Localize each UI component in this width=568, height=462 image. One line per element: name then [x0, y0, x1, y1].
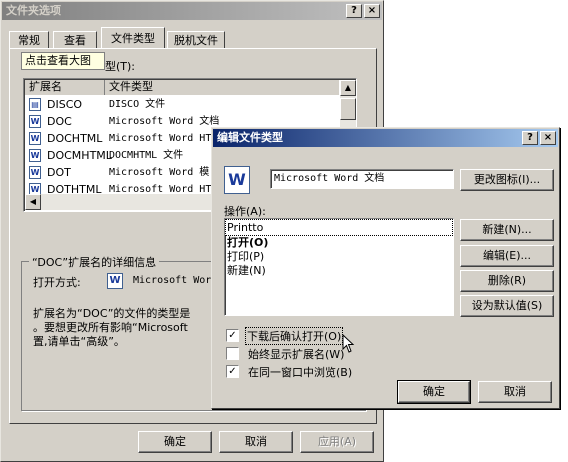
change-icon-button[interactable]: 更改图标(I)... — [460, 169, 554, 191]
always-show-extension-checkbox[interactable] — [226, 347, 239, 360]
delete-action-button[interactable]: 删除(R) — [460, 270, 554, 292]
folder-options-title: 文件夹选项 — [6, 4, 61, 17]
open-with-label: 打开方式: — [33, 276, 81, 289]
always-show-extension-label[interactable]: 始终显示扩展名(W) — [248, 346, 344, 362]
confirm-open-checkbox[interactable]: ✓ — [226, 329, 239, 342]
tab-offline-files[interactable]: 脱机文件 — [167, 31, 225, 49]
word-document-icon: W — [224, 166, 250, 194]
close-button[interactable]: × — [364, 4, 380, 18]
cancel-button[interactable]: 取消 — [219, 431, 293, 453]
list-header: 扩展名 文件类型 — [25, 80, 339, 95]
list-item-ext: DISCO — [47, 98, 83, 111]
scroll-thumb[interactable] — [340, 98, 356, 120]
column-header-file-type[interactable]: 文件类型 — [105, 80, 339, 95]
list-item-type: DISCO 文件 — [109, 99, 166, 110]
dialog-help-button[interactable]: ? — [522, 131, 538, 145]
registered-types-label: 型(T): — [105, 60, 136, 73]
actions-list[interactable]: Printto 打开(O) 打印(P) 新建(N) — [224, 218, 454, 316]
list-item-type: Microsoft Word HT — [109, 133, 212, 144]
list-item[interactable]: 打印(P) — [225, 250, 453, 264]
tab-general[interactable]: 常规 — [9, 31, 49, 49]
list-item-ext: DOCMHTML — [47, 149, 112, 162]
edit-action-button[interactable]: 编辑(E)... — [460, 245, 554, 267]
column-header-extension[interactable]: 扩展名 — [25, 80, 105, 95]
list-item[interactable]: ▤ DISCO DISCO 文件 — [25, 96, 339, 113]
dialog-cancel-button[interactable]: 取消 — [478, 381, 552, 403]
apply-button[interactable]: 应用(A) — [300, 431, 374, 453]
set-default-button[interactable]: 设为默认值(S) — [460, 295, 554, 317]
new-action-button[interactable]: 新建(N)... — [460, 219, 554, 241]
file-type-name-input[interactable]: Microsoft Word 文档 — [270, 169, 454, 189]
list-item-ext: DOT — [47, 166, 71, 179]
folder-options-titlebar: 文件夹选项 — [2, 2, 382, 20]
list-item-ext: DOCHTML — [47, 132, 103, 145]
ok-button[interactable]: 确定 — [138, 431, 212, 453]
word-document-icon: W — [107, 273, 123, 289]
action-item-label: 打印(P) — [227, 250, 265, 263]
list-item[interactable]: 打开(O) — [225, 236, 453, 250]
action-item-label: 打开(O) — [227, 236, 269, 249]
word-document-icon: W — [29, 166, 41, 179]
word-document-icon: W — [29, 149, 41, 162]
action-item-label: Printto — [227, 221, 264, 234]
description-line-3: 置,请单击“高级”。 — [33, 335, 125, 348]
edit-file-type-titlebar: 编辑文件类型 — [213, 129, 558, 147]
open-with-value: Microsoft Wor — [133, 275, 212, 286]
list-item-type: DOCMHTML 文件 — [109, 150, 184, 161]
edit-file-type-title: 编辑文件类型 — [217, 131, 283, 144]
help-button[interactable]: ? — [346, 4, 362, 18]
scroll-left-arrow-icon[interactable]: ◀ — [25, 194, 41, 210]
tab-view[interactable]: 查看 — [53, 31, 97, 49]
edit-file-type-dialog: 编辑文件类型 ? × W Microsoft Word 文档 更改图标(I)..… — [211, 127, 560, 409]
action-item-label: 新建(N) — [227, 264, 266, 277]
list-item[interactable]: Printto — [225, 219, 453, 236]
confirm-open-label[interactable]: 下载后确认打开(O) — [244, 327, 344, 345]
word-document-icon: W — [29, 132, 41, 145]
browse-same-window-label[interactable]: 在同一窗口中浏览(B) — [248, 364, 352, 380]
scroll-up-arrow-icon[interactable]: ▲ — [340, 80, 356, 96]
actions-label: 操作(A): — [224, 205, 266, 218]
tab-file-types[interactable]: 文件类型 — [101, 27, 165, 49]
generic-file-icon: ▤ — [29, 98, 41, 111]
dialog-close-button[interactable]: × — [540, 131, 556, 145]
tooltip-view-large: 点击查看大图 — [21, 52, 105, 70]
mouse-cursor-icon — [342, 334, 355, 353]
dialog-ok-button[interactable]: 确定 — [397, 380, 471, 404]
details-group-title: “DOC”扩展名的详细信息 — [29, 254, 160, 270]
list-item-type: Microsoft Word 文档 — [109, 116, 220, 127]
word-document-icon: W — [29, 115, 41, 128]
list-item[interactable]: 新建(N) — [225, 264, 453, 278]
browse-same-window-checkbox[interactable]: ✓ — [226, 365, 239, 378]
list-item-ext: DOC — [47, 115, 72, 128]
list-item-type: Microsoft Word 模 — [109, 167, 210, 178]
